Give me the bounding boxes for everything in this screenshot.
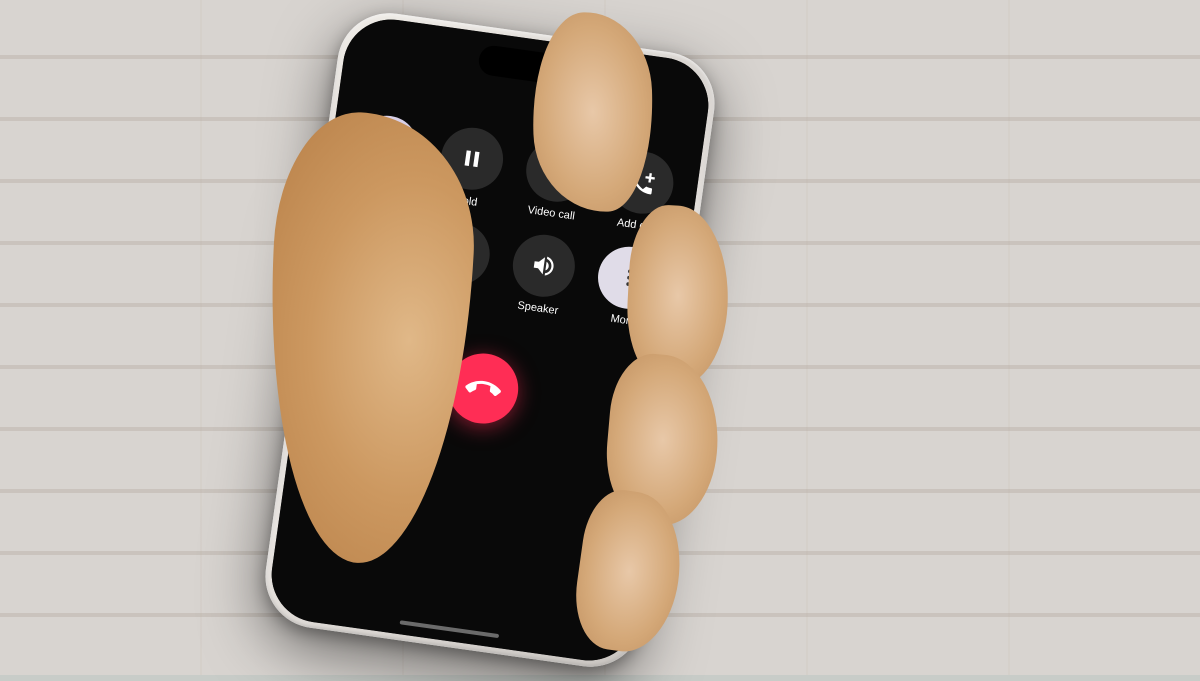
video-call-label: Video call — [527, 204, 576, 222]
speaker-circle — [509, 231, 579, 301]
speaker-icon — [529, 251, 558, 280]
end-call-icon — [463, 368, 504, 409]
speaker-button[interactable]: Speaker — [502, 230, 582, 319]
speaker-label: Speaker — [517, 300, 559, 318]
hold-icon — [457, 144, 486, 173]
